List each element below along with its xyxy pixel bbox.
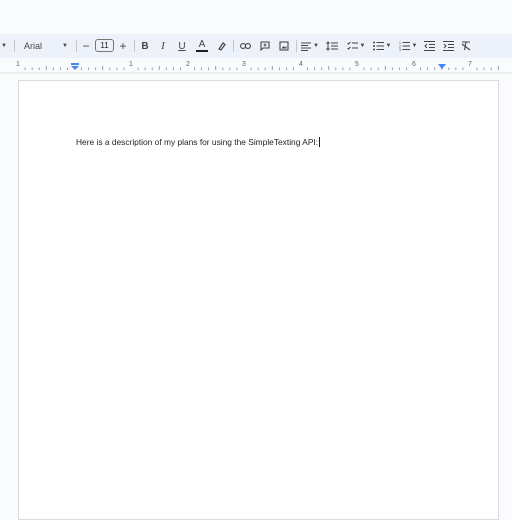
bulleted-list-icon xyxy=(372,41,384,51)
document-body[interactable]: Here is a description of my plans for us… xyxy=(76,137,321,147)
horizontal-ruler[interactable]: 1 1 2 3 4 5 6 7 xyxy=(0,60,512,74)
comment-icon xyxy=(260,41,270,51)
add-comment-button[interactable] xyxy=(258,34,272,58)
chevron-down-icon: ▼ xyxy=(62,43,68,49)
document-page[interactable]: Here is a description of my plans for us… xyxy=(18,80,499,520)
ruler-number: 7 xyxy=(468,61,472,68)
ruler-number: 1 xyxy=(129,61,133,68)
minus-icon: − xyxy=(82,39,90,53)
underline-button[interactable]: U xyxy=(176,34,188,58)
toolbar-divider xyxy=(76,40,77,52)
ruler-number: 2 xyxy=(186,61,190,68)
numbered-list-icon: 123 xyxy=(399,41,410,51)
text-cursor xyxy=(319,137,321,147)
toolbar-divider xyxy=(296,40,297,52)
chevron-down-icon: ▼ xyxy=(359,43,366,49)
decrease-indent-icon xyxy=(423,41,435,51)
italic-icon: I xyxy=(161,40,165,52)
font-family-value: Arial xyxy=(24,41,43,51)
line-spacing-icon xyxy=(326,41,338,51)
insert-image-button[interactable] xyxy=(277,34,291,58)
underline-icon: U xyxy=(178,40,186,52)
text-color-swatch xyxy=(196,50,208,52)
decrease-indent-button[interactable] xyxy=(422,34,436,58)
ruler-number: 5 xyxy=(355,61,359,68)
increase-indent-button[interactable] xyxy=(441,34,455,58)
increase-indent-icon xyxy=(442,41,454,51)
highlighter-icon xyxy=(218,42,226,51)
toolbar-divider xyxy=(14,40,15,52)
align-menu-button[interactable]: ▼ xyxy=(300,34,320,58)
bold-button[interactable]: B xyxy=(139,34,151,58)
left-indent-marker-icon[interactable] xyxy=(70,63,80,71)
insert-link-button[interactable] xyxy=(238,34,252,58)
numbered-list-button[interactable]: 123 ▼ xyxy=(397,34,419,58)
menu-dropdown-caret-icon[interactable]: ▼ xyxy=(0,34,8,58)
document-paragraph: Here is a description of my plans for us… xyxy=(76,137,319,147)
checklist-button[interactable]: ▼ xyxy=(345,34,367,58)
right-indent-marker-icon[interactable] xyxy=(437,64,447,72)
chevron-down-icon: ▼ xyxy=(313,43,319,49)
ruler-number: 1 xyxy=(16,61,20,68)
font-family-select[interactable]: Arial ▼ xyxy=(18,34,70,58)
bold-icon: B xyxy=(141,40,149,52)
svg-text:3: 3 xyxy=(399,48,401,51)
ruler-number: 4 xyxy=(299,61,303,68)
chevron-down-icon: ▼ xyxy=(411,43,418,49)
text-color-button[interactable]: A xyxy=(195,34,209,58)
image-icon xyxy=(279,41,289,51)
clear-formatting-button[interactable] xyxy=(459,34,473,58)
clear-formatting-icon xyxy=(461,41,470,51)
link-icon xyxy=(239,43,251,49)
increase-font-size-button[interactable]: + xyxy=(117,34,129,58)
line-spacing-button[interactable] xyxy=(325,34,339,58)
font-size-input[interactable]: 11 xyxy=(95,39,114,52)
toolbar-divider xyxy=(233,40,234,52)
plus-icon: + xyxy=(119,39,127,53)
align-left-icon xyxy=(301,42,312,51)
text-color-icon: A xyxy=(198,39,206,50)
italic-button[interactable]: I xyxy=(157,34,169,58)
bulleted-list-button[interactable]: ▼ xyxy=(371,34,393,58)
ruler-number: 3 xyxy=(242,61,246,68)
decrease-font-size-button[interactable]: − xyxy=(80,34,92,58)
highlight-button[interactable] xyxy=(215,34,229,58)
chevron-down-icon: ▼ xyxy=(385,43,392,49)
toolbar-divider xyxy=(134,40,135,52)
ruler-number: 6 xyxy=(412,61,416,68)
checklist-icon xyxy=(346,41,358,50)
font-size-value: 11 xyxy=(100,41,109,50)
formatting-toolbar: ▼ Arial ▼ − 11 + B I U A ▼ ▼ ▼ 123 ▼ xyxy=(0,34,512,58)
